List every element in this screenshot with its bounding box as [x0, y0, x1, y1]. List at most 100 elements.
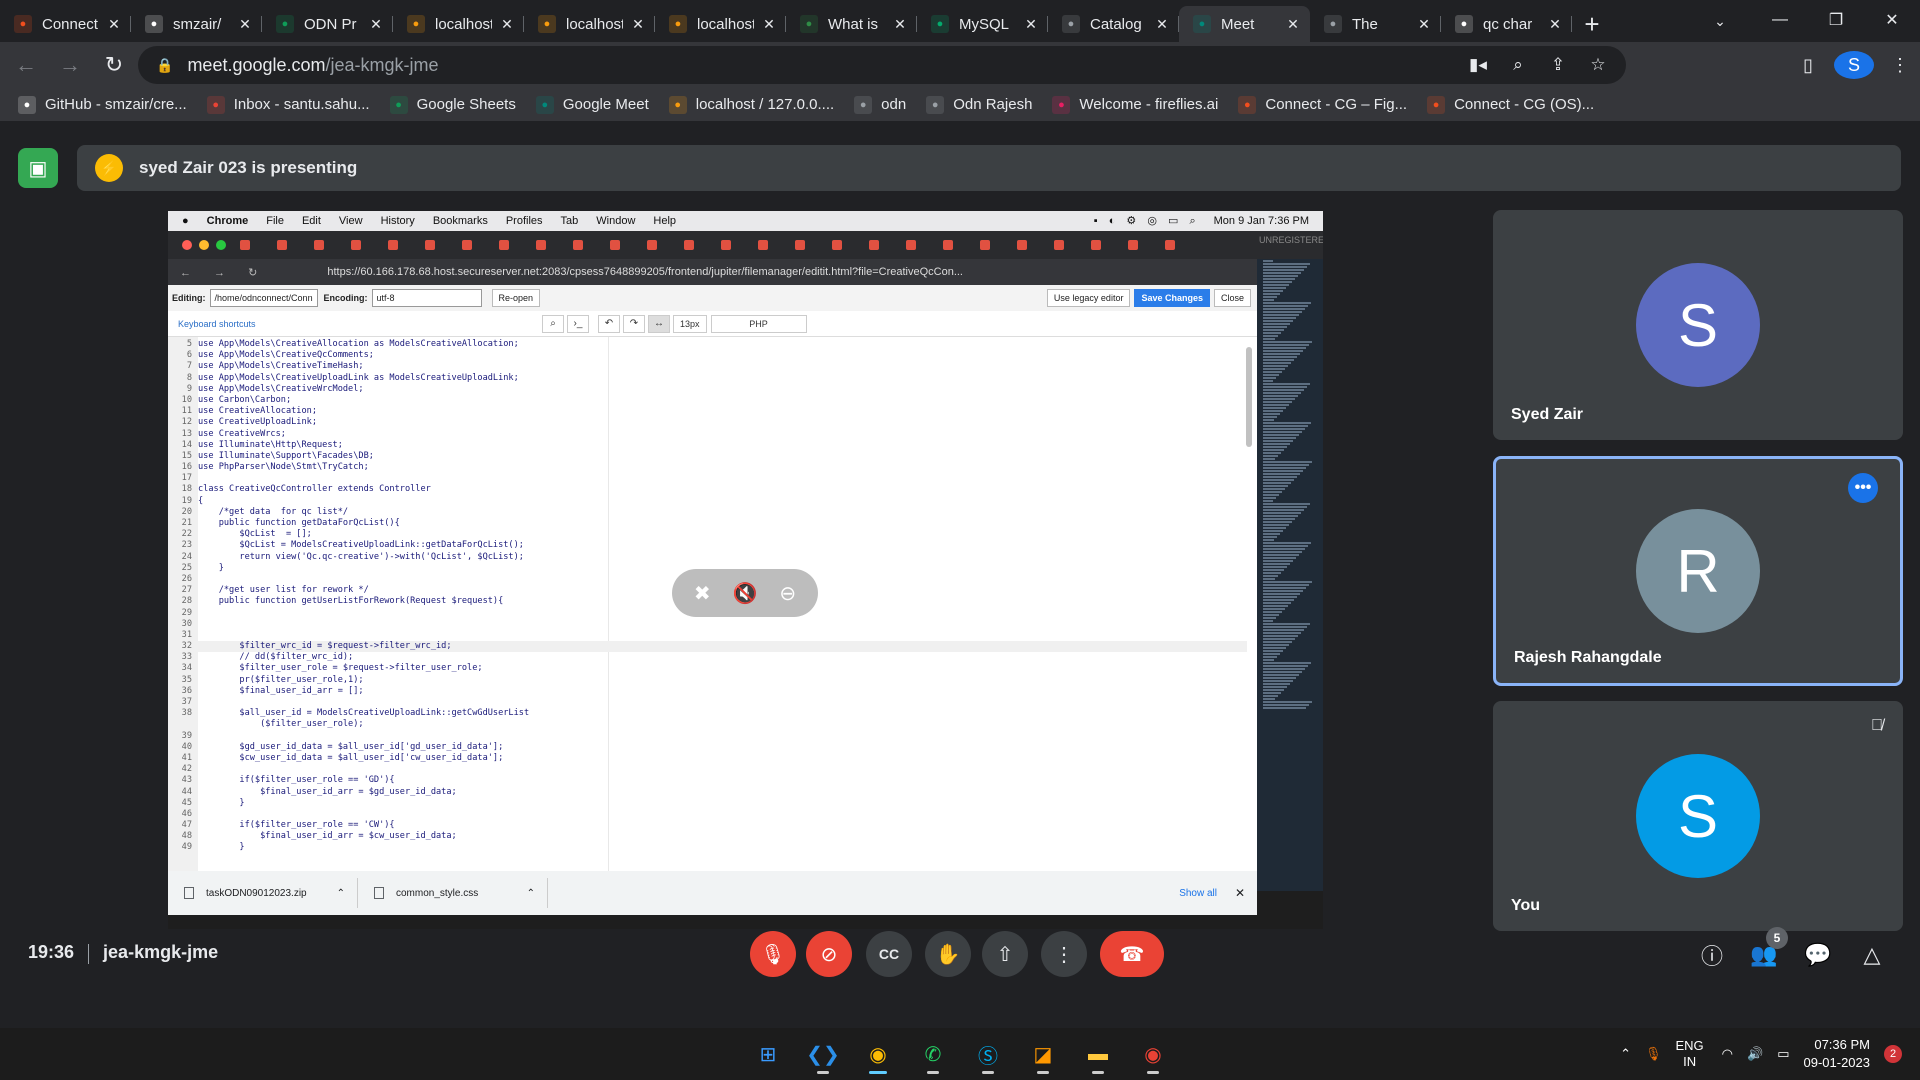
- more-options-button[interactable]: ⋮: [1041, 931, 1087, 977]
- tab-list: ● Connect ✕ ● smzair/ ✕ ● ODN Pr ✕ ● localhost ✕ ● lo…: [0, 6, 1572, 42]
- tab-close-icon[interactable]: ✕: [105, 16, 123, 33]
- wifi-icon[interactable]: ◠: [1722, 1046, 1733, 1062]
- tab-close-icon[interactable]: ✕: [1546, 16, 1564, 33]
- camera-off-button[interactable]: ⊘: [806, 931, 852, 977]
- browser-tab[interactable]: ● Connect ✕: [0, 6, 131, 42]
- battery-icon[interactable]: ▭: [1777, 1046, 1789, 1062]
- minimap-line: [1263, 353, 1300, 355]
- lock-icon[interactable]: 🔒: [156, 57, 173, 74]
- minimap-line: [1263, 443, 1290, 445]
- tab-close-icon[interactable]: ✕: [760, 16, 778, 33]
- bookmark-item[interactable]: ● Odn Rajesh: [926, 95, 1032, 114]
- chrome-menu-icon[interactable]: ⋮: [1880, 55, 1920, 76]
- tab-close-icon[interactable]: ✕: [236, 16, 254, 33]
- inner-tab-favicon: [610, 240, 620, 250]
- restore-icon[interactable]: ❐: [1808, 0, 1864, 40]
- back-arrow-icon[interactable]: ←: [8, 47, 44, 83]
- bookmark-item[interactable]: ● GitHub - smzair/cre...: [18, 95, 187, 114]
- tab-close-icon[interactable]: ✕: [629, 16, 647, 33]
- present-now-button[interactable]: ⇧: [982, 931, 1028, 977]
- minimap-line: [1263, 392, 1301, 394]
- share-icon[interactable]: ⇪: [1538, 55, 1578, 75]
- address-bar[interactable]: 🔒 meet.google.com/jea-kmgk-jme ▮◂ ⌕ ⇪ ☆: [138, 46, 1626, 84]
- vscode-icon[interactable]: ❮❯: [803, 1036, 843, 1074]
- leave-call-button[interactable]: ☎: [1100, 931, 1164, 977]
- presentation-icon[interactable]: ▣: [18, 148, 58, 188]
- tab-title: What is: [828, 15, 879, 33]
- tab-close-icon[interactable]: ✕: [1415, 16, 1433, 33]
- activities-icon[interactable]: △: [1854, 937, 1890, 973]
- tray-chevron-up-icon[interactable]: ⌃: [1620, 1046, 1631, 1062]
- input-language[interactable]: ENG IN: [1676, 1038, 1704, 1070]
- windows-start-icon[interactable]: ⊞: [748, 1036, 788, 1072]
- bookmark-item[interactable]: ● Google Sheets: [389, 95, 516, 114]
- minimap-line: [1263, 425, 1308, 427]
- minimap-line: [1263, 671, 1302, 673]
- code-line: 48 $final_user_id_arr = $cw_user_id_data…: [168, 831, 1247, 842]
- browser-tab[interactable]: ● Meet ✕: [1179, 6, 1310, 42]
- taskbar-clock[interactable]: 07:36 PM 09-01-2023: [1804, 1036, 1871, 1072]
- participant-tile-self[interactable]: 🎙̸ S You: [1493, 701, 1903, 931]
- tab-close-icon[interactable]: ✕: [1153, 16, 1171, 33]
- bookmark-item[interactable]: ● Connect - CG (OS)...: [1427, 95, 1594, 114]
- minimap-line: [1263, 626, 1307, 628]
- profile-avatar[interactable]: S: [1834, 51, 1874, 79]
- browser-tab[interactable]: ● localhost ✕: [655, 6, 786, 42]
- meeting-details-icon[interactable]: ⓘ: [1694, 937, 1730, 973]
- browser-tab[interactable]: ● qc char ✕: [1441, 6, 1572, 42]
- browser-tab[interactable]: ● smzair/ ✕: [131, 6, 262, 42]
- chat-icon[interactable]: 💬: [1800, 937, 1836, 973]
- browser-tab[interactable]: ● localhost ✕: [524, 6, 655, 42]
- bookmark-item[interactable]: ● Inbox - santu.sahu...: [206, 95, 370, 114]
- camera-icon[interactable]: ▮◂: [1458, 55, 1498, 75]
- participant-tile[interactable]: S Syed Zair: [1493, 210, 1903, 440]
- minimap-line: [1263, 614, 1279, 616]
- bookmark-item[interactable]: ● odn: [854, 95, 906, 114]
- bookmark-item[interactable]: ● Google Meet: [535, 95, 649, 114]
- close-window-icon[interactable]: ✕: [1864, 0, 1920, 40]
- reload-icon[interactable]: ↻: [96, 47, 132, 83]
- apple-icon: ●: [182, 215, 189, 227]
- volume-icon[interactable]: 🔊: [1747, 1046, 1763, 1062]
- code-text: $QcList = [];: [198, 529, 312, 540]
- bookmark-item[interactable]: ● Connect - CG – Fig...: [1238, 95, 1407, 114]
- skype-icon[interactable]: Ⓢ: [968, 1036, 1008, 1074]
- browser-tab[interactable]: ● localhost ✕: [393, 6, 524, 42]
- raise-hand-button[interactable]: ✋: [925, 931, 971, 977]
- tab-close-icon[interactable]: ✕: [367, 16, 385, 33]
- chrome-icon[interactable]: ◉: [858, 1036, 898, 1074]
- notification-badge[interactable]: 2: [1884, 1045, 1902, 1063]
- browser-tab[interactable]: ● MySQL ✕: [917, 6, 1048, 42]
- tab-close-icon[interactable]: ✕: [891, 16, 909, 33]
- tab-search-chevron-icon[interactable]: ⌄: [1705, 6, 1735, 36]
- sublime-text-icon[interactable]: ◪: [1023, 1036, 1063, 1074]
- shared-screen[interactable]: ● Chrome File Edit View History Bookmarks Prof…: [168, 211, 1323, 929]
- browser-tab[interactable]: ● Catalog ✕: [1048, 6, 1179, 42]
- new-tab-button[interactable]: +: [1572, 6, 1612, 42]
- forward-arrow-icon[interactable]: →: [52, 47, 88, 83]
- chrome-profile-icon[interactable]: ◉: [1133, 1036, 1173, 1074]
- bookmark-star-icon[interactable]: ☆: [1578, 55, 1618, 75]
- captions-button[interactable]: CC: [866, 931, 912, 977]
- download-filename: taskODN09012023.zip: [206, 887, 307, 899]
- participant-tile-pinned[interactable]: ••• R Rajesh Rahangdale: [1493, 456, 1903, 686]
- browser-tab[interactable]: ● The ✕: [1310, 6, 1441, 42]
- side-panel-icon[interactable]: ▯: [1788, 55, 1828, 76]
- whatsapp-icon[interactable]: ✆: [913, 1036, 953, 1074]
- minimap-line: [1263, 563, 1290, 565]
- tab-close-icon[interactable]: ✕: [1022, 16, 1040, 33]
- minimize-icon[interactable]: —: [1752, 0, 1808, 40]
- mic-off-button[interactable]: 🎙: [750, 931, 796, 977]
- browser-tab[interactable]: ● What is ✕: [786, 6, 917, 42]
- zoom-icon[interactable]: ⌕: [1498, 55, 1538, 75]
- inner-tab: [1054, 240, 1090, 250]
- bookmark-item[interactable]: ● localhost / 127.0.0....: [668, 95, 834, 114]
- tab-close-icon[interactable]: ✕: [1284, 16, 1302, 33]
- tab-close-icon[interactable]: ✕: [498, 16, 516, 33]
- mac-menu-item: Tab: [560, 215, 579, 227]
- browser-tab[interactable]: ● ODN Pr ✕: [262, 6, 393, 42]
- bookmark-item[interactable]: ● Welcome - fireflies.ai: [1052, 95, 1218, 114]
- mic-in-use-icon[interactable]: 🎙: [1645, 1046, 1662, 1062]
- more-options-icon[interactable]: •••: [1848, 473, 1878, 503]
- file-explorer-icon[interactable]: ▬: [1078, 1036, 1118, 1074]
